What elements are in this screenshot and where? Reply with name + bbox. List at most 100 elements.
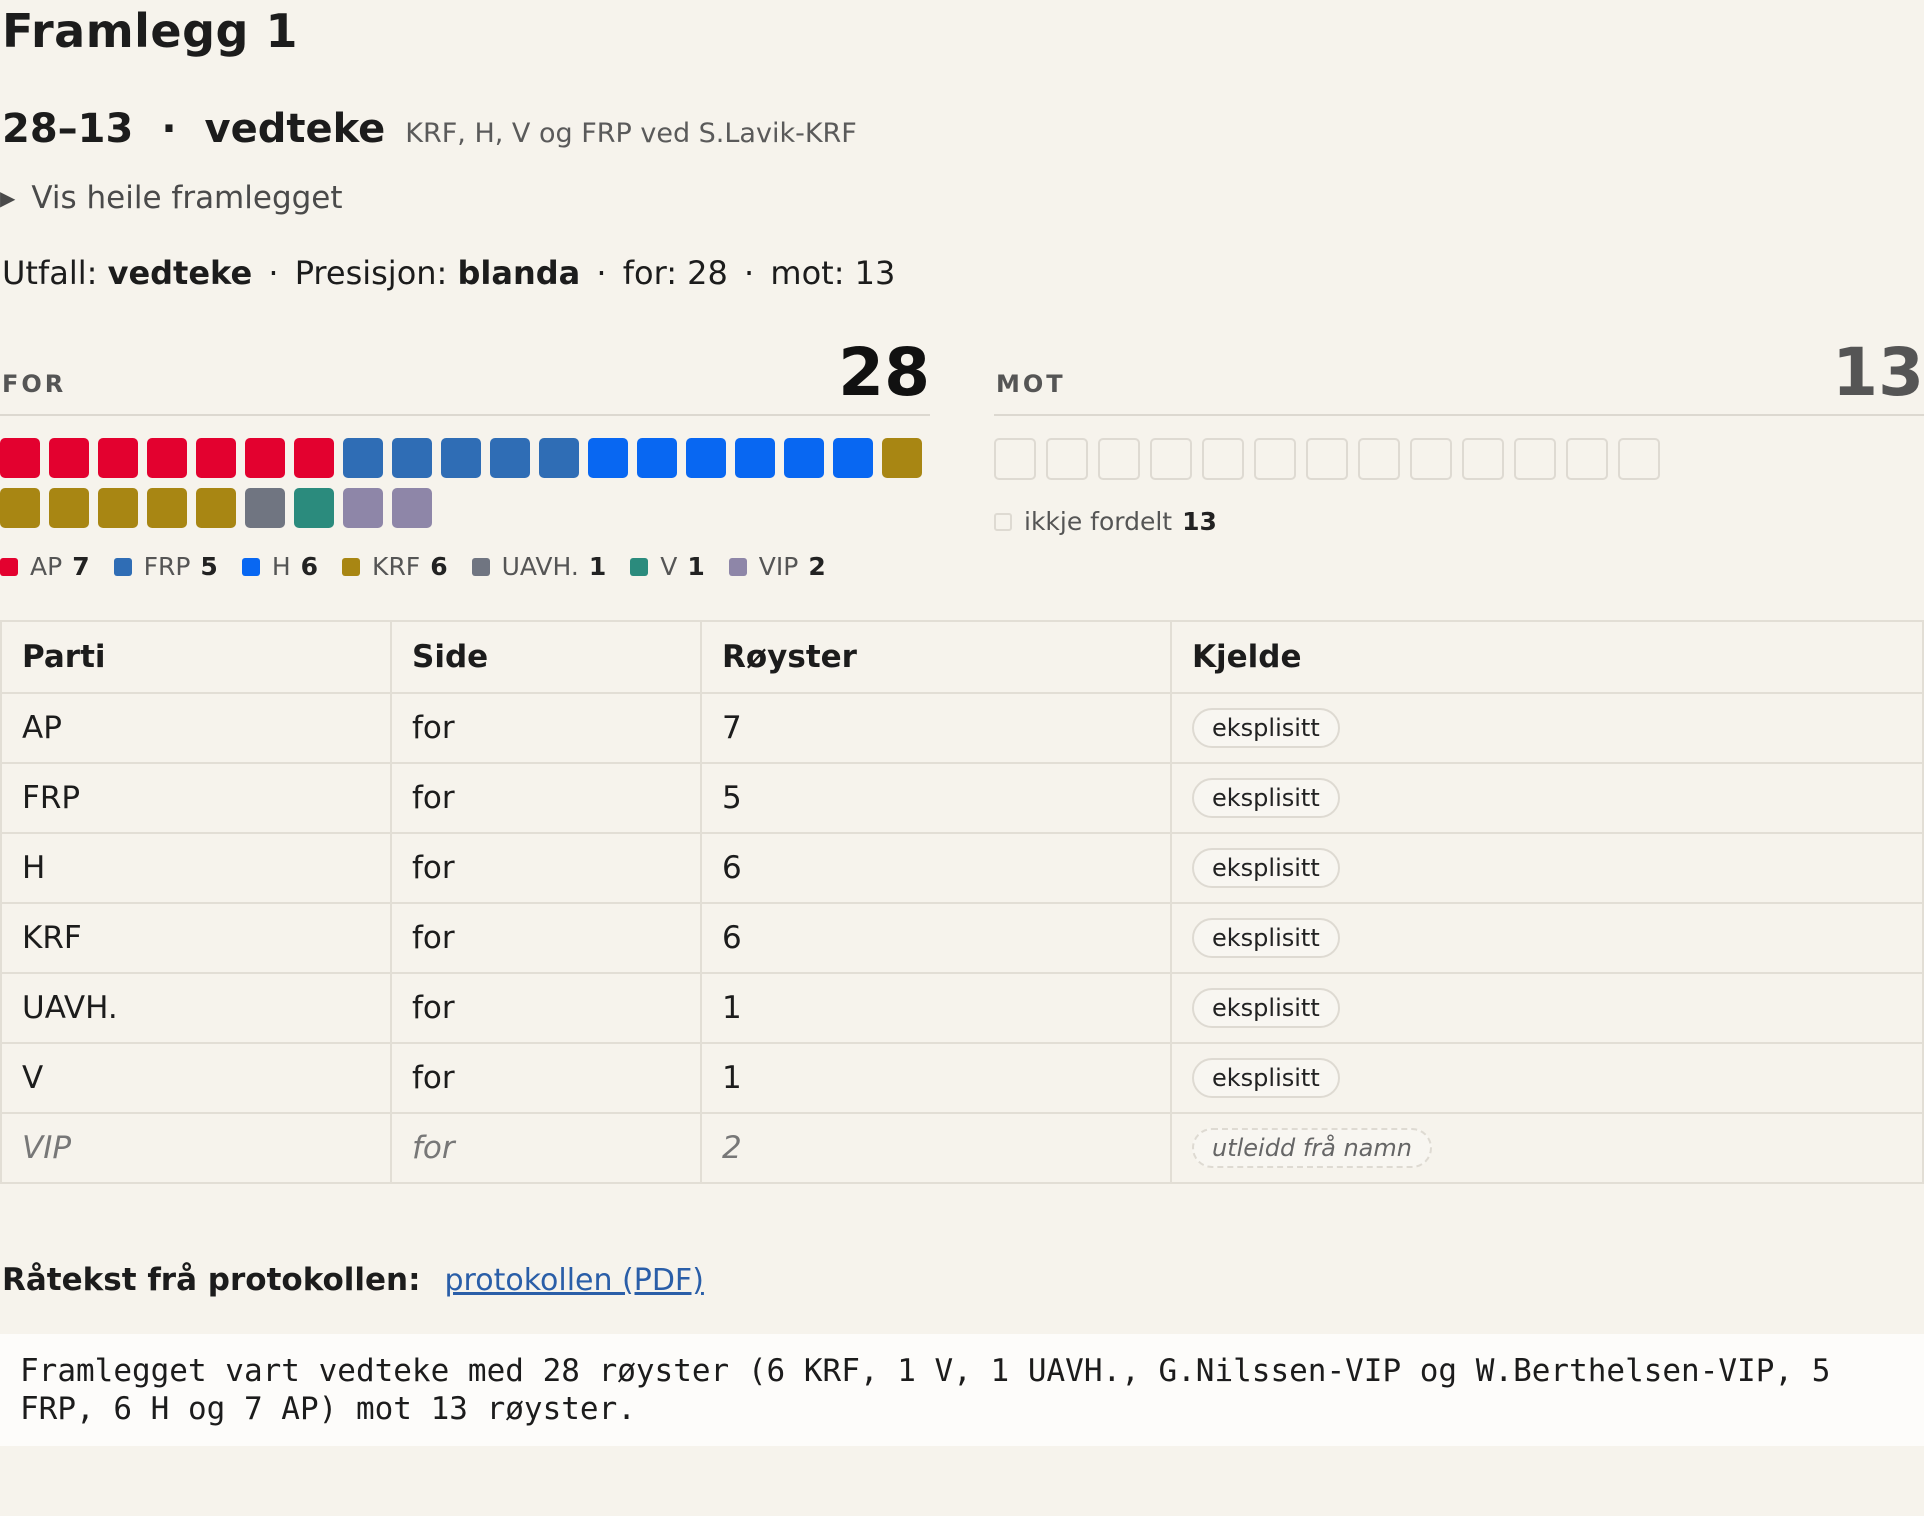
seat-unassigned xyxy=(1150,438,1192,480)
source-badge: utleidd frå namn xyxy=(1192,1128,1432,1168)
cell-votes: 1 xyxy=(700,972,1172,1044)
seat-ap xyxy=(147,438,187,478)
vote-outcome: vedteke xyxy=(204,106,386,152)
seat-krf xyxy=(98,488,138,528)
table-row: Vfor 1 eksplisitt xyxy=(0,1042,1924,1114)
legend-party-count: 2 xyxy=(808,552,826,581)
cell-party: AP xyxy=(0,692,392,764)
raw-text-heading: Råtekst frå protokollen: protokollen (PD… xyxy=(2,1262,704,1298)
legend-party-count: 6 xyxy=(300,552,319,581)
seat-h xyxy=(833,438,873,478)
seat-unassigned xyxy=(1306,438,1348,480)
vote-score: 28–13 xyxy=(2,106,134,152)
legend-party-count: 7 xyxy=(72,552,90,581)
cell-side: for xyxy=(390,692,702,764)
legend-item: AP 7 xyxy=(0,552,90,581)
mot-column-header: MOT 13 xyxy=(994,330,1924,416)
seat-h xyxy=(784,438,824,478)
source-badge: eksplisitt xyxy=(1192,708,1340,748)
separator-dot: · xyxy=(161,106,177,152)
cell-source: eksplisitt xyxy=(1170,692,1924,764)
seat-unassigned xyxy=(994,438,1036,480)
seat-ap xyxy=(98,438,138,478)
cell-party: VIP xyxy=(0,1112,392,1184)
show-full-proposal-toggle[interactable]: ▶ Vis heile framlegget xyxy=(0,180,343,216)
legend-item: H6 xyxy=(241,552,319,581)
cell-side: for xyxy=(390,972,702,1044)
cell-side: for xyxy=(390,762,702,834)
cell-votes: 7 xyxy=(700,692,1172,764)
cell-side: for xyxy=(390,1112,702,1184)
seat-frp xyxy=(392,438,432,478)
legend-party-name: FRP xyxy=(143,552,191,581)
mot-legend: ikkje fordelt 13 xyxy=(994,507,1217,536)
seat-ap xyxy=(294,438,334,478)
seat-krf xyxy=(882,438,922,478)
table-row: Hfor 6 eksplisitt xyxy=(0,832,1924,904)
cell-party: UAVH. xyxy=(0,972,392,1044)
seat-unassigned xyxy=(1358,438,1400,480)
seat-h xyxy=(686,438,726,478)
cell-source: eksplisitt xyxy=(1170,902,1924,974)
vote-headline: 28–13 · vedteke KRF, H, V og FRP ved S.L… xyxy=(2,106,857,152)
seat-unassigned xyxy=(1566,438,1608,480)
mot-count: 13 xyxy=(1832,334,1924,411)
source-badge: eksplisitt xyxy=(1192,1058,1340,1098)
source-badge: eksplisitt xyxy=(1192,778,1340,818)
seat-krf xyxy=(147,488,187,528)
seat-unassigned xyxy=(1254,438,1296,480)
cell-party: FRP xyxy=(0,762,392,834)
source-badge: eksplisitt xyxy=(1192,848,1340,888)
source-badge: eksplisitt xyxy=(1192,988,1340,1028)
legend-item: FRP 5 xyxy=(113,552,218,581)
legend-item: KRF 6 xyxy=(342,552,448,581)
column-header-source: Kjelde xyxy=(1170,620,1924,694)
cell-side: for xyxy=(390,1042,702,1114)
legend-party-count: 1 xyxy=(588,552,607,581)
seat-ap xyxy=(245,438,285,478)
legend-swatch xyxy=(0,557,18,576)
cell-source: utleidd frå namn xyxy=(1170,1112,1924,1184)
summary-separator: · xyxy=(268,254,279,292)
unassigned-swatch xyxy=(994,512,1012,531)
legend-item: VIP 2 xyxy=(728,552,826,581)
protocol-pdf-link[interactable]: protokollen (PDF) xyxy=(445,1263,704,1298)
outcome-value: vedteke xyxy=(107,254,253,292)
legend-swatch xyxy=(241,557,260,576)
precision-value: blanda xyxy=(457,254,581,292)
table-row: UAVH. for 1 eksplisitt xyxy=(0,972,1924,1044)
legend-swatch xyxy=(113,557,132,576)
for-column: FOR 28 xyxy=(0,330,930,538)
legend-party-name: AP xyxy=(30,552,63,581)
legend-item: UAVH. 1 xyxy=(471,552,607,581)
seat-h xyxy=(588,438,628,478)
seat-krf xyxy=(0,488,40,528)
legend-party-count: 6 xyxy=(430,552,448,581)
legend-party-name: H xyxy=(271,552,291,581)
seat-unassigned xyxy=(1618,438,1660,480)
cell-votes: 2 xyxy=(700,1112,1172,1184)
cell-source: eksplisitt xyxy=(1170,762,1924,834)
legend-party-count: 5 xyxy=(200,552,218,581)
cell-side: for xyxy=(390,832,702,904)
cell-party: KRF xyxy=(0,902,392,974)
legend-party-name: KRF xyxy=(372,552,421,581)
seat-frp xyxy=(343,438,383,478)
seat-krf xyxy=(49,488,89,528)
seat-vip xyxy=(343,488,383,528)
seat-unassigned xyxy=(1098,438,1140,480)
cell-party: H xyxy=(0,832,392,904)
table-row: FRP for 5 eksplisitt xyxy=(0,762,1924,834)
column-header-party: Parti xyxy=(0,620,392,694)
cell-side: for xyxy=(390,902,702,974)
seat-h xyxy=(735,438,775,478)
table-row: VIP for 2 utleidd frå namn xyxy=(0,1112,1924,1184)
legend-swatch xyxy=(471,557,490,576)
legend-swatch xyxy=(342,557,361,576)
legend-party-count: 1 xyxy=(687,552,705,581)
legend-swatch xyxy=(728,557,747,576)
column-header-votes: Røyster xyxy=(700,620,1172,694)
raw-protocol-text: Framlegget vart vedteke med 28 røyster (… xyxy=(0,1334,1924,1446)
raw-text-label: Råtekst frå protokollen: xyxy=(2,1262,421,1298)
summary-separator: · xyxy=(744,254,755,292)
